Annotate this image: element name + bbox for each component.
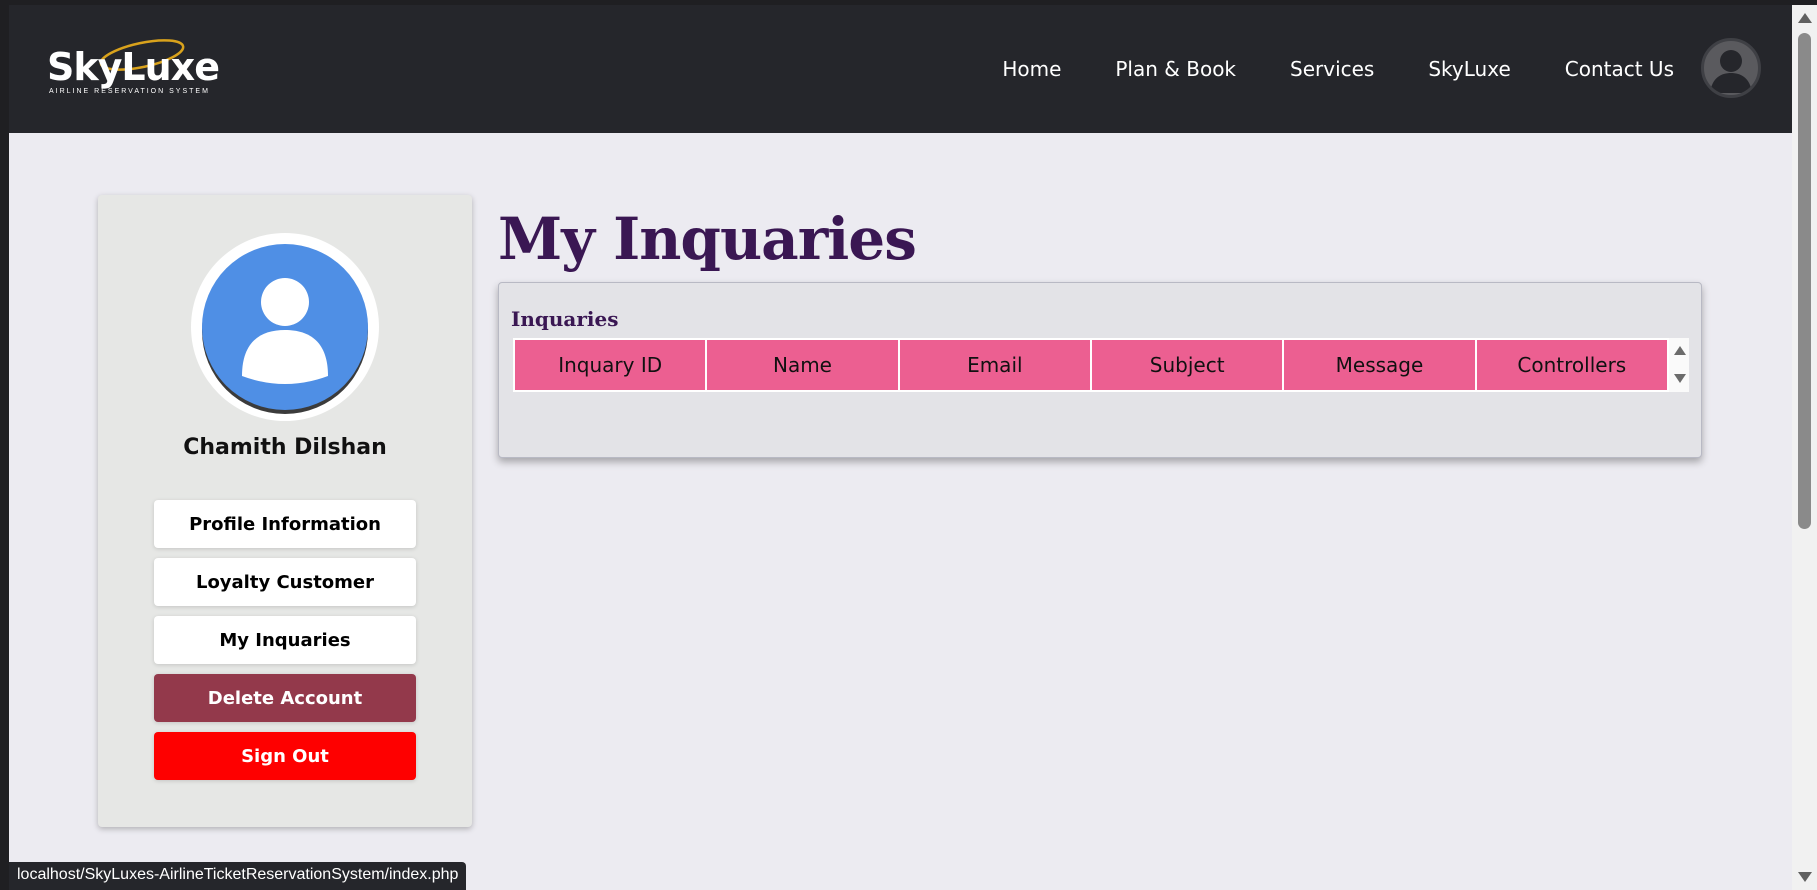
- nav-home[interactable]: Home: [1002, 57, 1061, 81]
- page-viewport: SkyLuxe AIRLINE RESERVATION SYSTEM Home …: [9, 5, 1792, 890]
- profile-information-button[interactable]: Profile Information: [154, 500, 416, 548]
- skyluxe-logo[interactable]: SkyLuxe AIRLINE RESERVATION SYSTEM: [47, 33, 220, 103]
- my-inquaries-button[interactable]: My Inquaries: [154, 616, 416, 664]
- nav-contact-us[interactable]: Contact Us: [1565, 57, 1674, 81]
- user-name: Chamith Dilshan: [183, 435, 387, 460]
- logo-text: SkyLuxe: [47, 45, 220, 89]
- scroll-up-arrow-icon[interactable]: [1798, 13, 1812, 23]
- top-navbar: SkyLuxe AIRLINE RESERVATION SYSTEM Home …: [9, 5, 1792, 133]
- column-header-controllers: Controllers: [1474, 338, 1670, 392]
- loyalty-customer-button[interactable]: Loyalty Customer: [154, 558, 416, 606]
- user-avatar-icon[interactable]: [1701, 38, 1761, 98]
- nav-skyluxe[interactable]: SkyLuxe: [1428, 57, 1510, 81]
- inquaries-table: Inquary ID Name Email Subject Message Co…: [512, 338, 1670, 392]
- panel-title: Inquaries: [511, 307, 619, 331]
- column-header-email: Email: [897, 338, 1092, 392]
- delete-account-button[interactable]: Delete Account: [154, 674, 416, 722]
- column-header-message: Message: [1282, 338, 1477, 392]
- logo-tagline: AIRLINE RESERVATION SYSTEM: [49, 88, 210, 95]
- scroll-down-icon[interactable]: [1674, 374, 1686, 383]
- profile-picture: [191, 233, 379, 421]
- inquaries-table-container: Inquary ID Name Email Subject Message Co…: [512, 338, 1689, 392]
- nav-plan-book[interactable]: Plan & Book: [1115, 57, 1236, 81]
- profile-sidebar: Chamith Dilshan Profile Information Loya…: [98, 195, 472, 827]
- status-bar-url: localhost/SkyLuxes-AirlineTicketReservat…: [9, 862, 467, 890]
- scroll-down-arrow-icon[interactable]: [1798, 872, 1812, 882]
- page-scrollbar[interactable]: [1792, 5, 1817, 890]
- scroll-up-icon[interactable]: [1674, 346, 1686, 355]
- column-header-subject: Subject: [1089, 338, 1285, 392]
- profile-avatar-icon: [202, 244, 368, 410]
- table-scrollbar[interactable]: [1669, 338, 1689, 392]
- nav-services[interactable]: Services: [1290, 57, 1374, 81]
- column-header-inquary-id: Inquary ID: [512, 338, 708, 392]
- table-header-row: Inquary ID Name Email Subject Message Co…: [512, 338, 1670, 392]
- sign-out-button[interactable]: Sign Out: [154, 732, 416, 780]
- page-title: My Inquaries: [498, 205, 917, 273]
- column-header-name: Name: [705, 338, 900, 392]
- scrollbar-thumb[interactable]: [1798, 33, 1811, 529]
- inquaries-panel: Inquaries Inquary ID Name Email Subject …: [498, 282, 1702, 458]
- main-nav: Home Plan & Book Services SkyLuxe Contac…: [948, 57, 1674, 81]
- avatar-silhouette-icon: [1710, 50, 1752, 93]
- person-icon: [242, 278, 328, 384]
